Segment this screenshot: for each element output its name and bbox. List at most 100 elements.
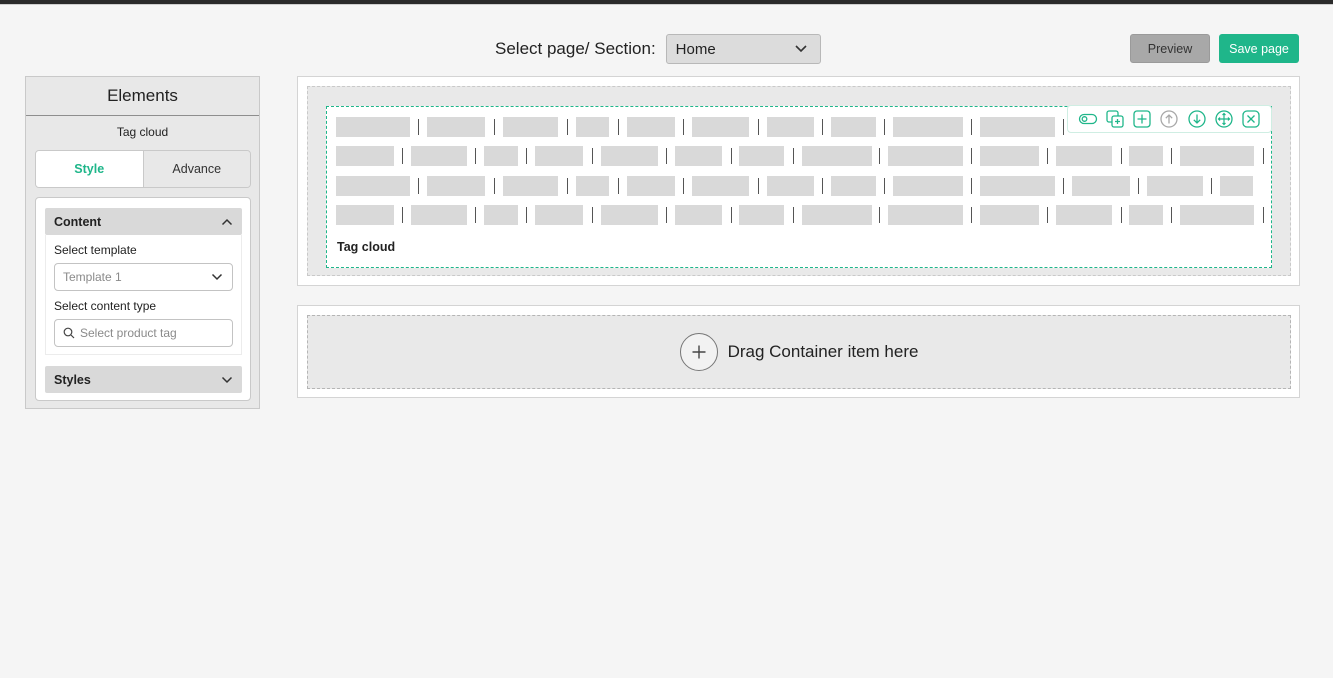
- tag-placeholder: [802, 146, 872, 166]
- tag-separator: [884, 178, 885, 194]
- tag-separator: [475, 148, 476, 164]
- toggle-icon: [1078, 113, 1097, 125]
- tag-separator: [971, 119, 972, 135]
- product-tag-search-input[interactable]: Select product tag: [54, 319, 233, 347]
- chevron-down-icon: [211, 273, 223, 281]
- tag-separator: [793, 148, 794, 164]
- tag-placeholder: [675, 205, 722, 225]
- tag-placeholder: [601, 146, 658, 166]
- tag-placeholder: [336, 205, 394, 225]
- template-select-value: Template 1: [63, 270, 122, 284]
- product-tag-placeholder: Select product tag: [80, 326, 177, 340]
- remove-button[interactable]: [1241, 109, 1261, 129]
- tag-separator: [666, 148, 667, 164]
- tag-placeholder: [888, 205, 963, 225]
- tag-placeholder: [980, 146, 1039, 166]
- template-select[interactable]: Template 1: [54, 263, 233, 291]
- tag-separator: [758, 119, 759, 135]
- duplicate-button[interactable]: [1105, 109, 1125, 129]
- toggle-button[interactable]: [1078, 109, 1098, 129]
- tag-placeholder: [888, 146, 963, 166]
- tag-placeholder: [802, 205, 872, 225]
- tag-separator: [683, 178, 684, 194]
- tag-separator: [526, 148, 527, 164]
- tag-placeholder: [1147, 176, 1203, 196]
- tag-separator: [1138, 178, 1139, 194]
- tag-placeholder: [576, 176, 609, 196]
- tag-separator: [618, 119, 619, 135]
- sidebar-title: Elements: [26, 77, 259, 116]
- tag-placeholder: [601, 205, 658, 225]
- drag-move-button[interactable]: [1214, 109, 1234, 129]
- tag-cloud-title: Tag cloud: [337, 240, 396, 254]
- tag-separator: [1171, 207, 1172, 223]
- tag-separator: [731, 207, 732, 223]
- add-container-button[interactable]: [679, 333, 718, 371]
- save-page-button[interactable]: Save page: [1219, 34, 1299, 63]
- tag-separator: [822, 178, 823, 194]
- tag-separator: [418, 178, 419, 194]
- tag-placeholder: [1180, 146, 1254, 166]
- tag-placeholder: [503, 117, 558, 137]
- tag-placeholder: [831, 117, 876, 137]
- tag-separator: [402, 148, 403, 164]
- tag-placeholder: [336, 117, 410, 137]
- tag-placeholder: [692, 176, 749, 196]
- close-icon: [1242, 110, 1260, 128]
- styles-accordion-header[interactable]: Styles: [45, 366, 242, 393]
- plus-icon: [692, 345, 706, 359]
- tag-separator: [758, 178, 759, 194]
- page-select-value: Home: [675, 40, 716, 58]
- preview-button[interactable]: Preview: [1130, 34, 1210, 63]
- move-up-button[interactable]: [1159, 109, 1179, 129]
- search-icon: [63, 327, 75, 339]
- select-template-label: Select template: [54, 243, 137, 257]
- tag-placeholder: [535, 146, 583, 166]
- tag-row: [336, 146, 1264, 166]
- tag-placeholder: [980, 176, 1055, 196]
- tab-advance[interactable]: Advance: [142, 151, 250, 187]
- tag-placeholder: [484, 146, 518, 166]
- tag-separator: [494, 178, 495, 194]
- tag-placeholder: [1056, 146, 1112, 166]
- tag-separator: [971, 178, 972, 194]
- tag-row: [336, 205, 1264, 225]
- tag-placeholder: [1072, 176, 1130, 196]
- move-up-icon: [1160, 110, 1179, 128]
- tag-placeholder: [767, 117, 814, 137]
- tag-separator: [879, 148, 880, 164]
- tag-separator: [1121, 207, 1122, 223]
- content-accordion-header[interactable]: Content: [45, 208, 242, 235]
- tag-placeholder: [675, 146, 722, 166]
- tab-style[interactable]: Style: [36, 151, 143, 187]
- add-icon: [1133, 110, 1151, 128]
- tag-placeholder: [893, 176, 963, 196]
- tag-placeholder: [980, 205, 1039, 225]
- tag-separator: [971, 148, 972, 164]
- tag-separator: [402, 207, 403, 223]
- add-button[interactable]: [1132, 109, 1152, 129]
- tag-row: [336, 176, 1264, 196]
- move-down-button[interactable]: [1187, 109, 1207, 129]
- tag-separator: [884, 119, 885, 135]
- drop-zone-label: Drag Container item here: [727, 342, 919, 361]
- tag-separator: [793, 207, 794, 223]
- drag-container-drop-zone[interactable]: Drag Container item here: [307, 315, 1291, 389]
- tag-placeholder: [739, 146, 784, 166]
- tag-separator: [822, 119, 823, 135]
- chevron-up-icon: [221, 218, 233, 225]
- style-panel: Content Select template Template 1 Selec…: [35, 197, 251, 401]
- tag-placeholder: [427, 176, 485, 196]
- tag-separator: [494, 119, 495, 135]
- content-heading: Content: [54, 214, 102, 229]
- tag-separator: [1047, 207, 1048, 223]
- tag-placeholder: [336, 176, 410, 196]
- tag-placeholder: [1220, 176, 1253, 196]
- tag-separator: [879, 207, 880, 223]
- tag-separator: [971, 207, 972, 223]
- page-select-dropdown[interactable]: Home: [665, 34, 821, 64]
- tag-separator: [1063, 178, 1064, 194]
- sidebar-element-name: Tag cloud: [116, 125, 169, 139]
- tag-placeholder: [535, 205, 583, 225]
- tag-placeholder: [627, 176, 675, 196]
